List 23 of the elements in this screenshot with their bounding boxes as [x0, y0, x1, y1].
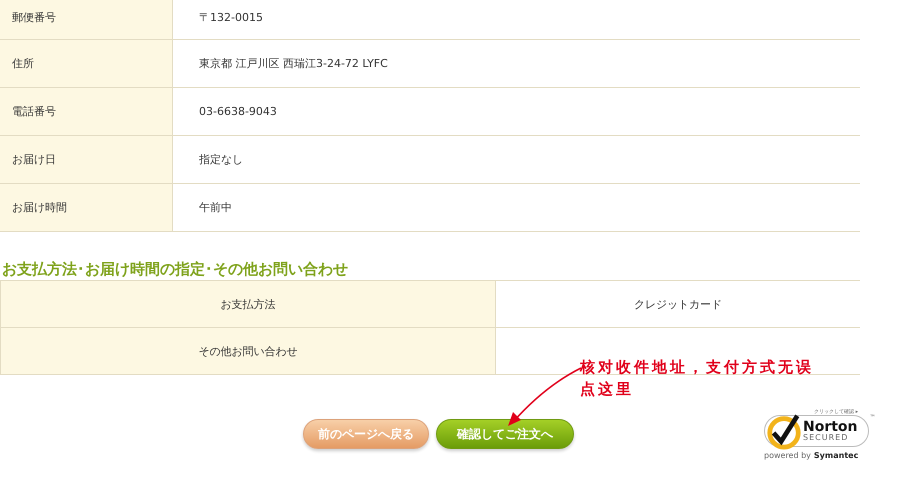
table-cell-text: 〒132-0015: [198, 10, 263, 26]
table-cell-text: 03-6638-9043: [198, 104, 277, 120]
table-cell: その他お問い合わせ: [0, 328, 496, 374]
back-button[interactable]: 前のページへ戻る: [303, 419, 429, 449]
table-cell: お届け日: [0, 136, 173, 183]
table-cell: 郵便番号: [0, 0, 173, 39]
annotation-text: 核对收件地址，支付方式无误: [580, 357, 814, 378]
seal-powered-by: powered by: [764, 451, 811, 460]
table-cell: 住所: [0, 40, 173, 87]
table-cell: 電話番号: [0, 88, 173, 135]
table-cell: お届け時間: [0, 184, 173, 231]
seal-brand: Norton: [803, 420, 858, 434]
section-heading: お支払方法･お届け時間の指定･その他お問い合わせ: [2, 259, 349, 280]
confirm-button[interactable]: 確認してご注文へ: [436, 419, 574, 449]
checkmark-icon: [765, 412, 803, 450]
table-cell-text: クレジットカード: [633, 296, 723, 312]
seal-company: Symantec: [814, 451, 858, 460]
seal-secured: SECURED: [803, 434, 850, 442]
table-cell-text: 東京都 江戸川区 西瑞江3-24-72 LYFC: [198, 56, 388, 72]
table-cell-text: 指定なし: [198, 152, 243, 168]
table-cell-text: 午前中: [198, 200, 232, 216]
annotation-text: 点这里: [580, 379, 635, 400]
table-cell: お支払方法: [0, 281, 496, 327]
